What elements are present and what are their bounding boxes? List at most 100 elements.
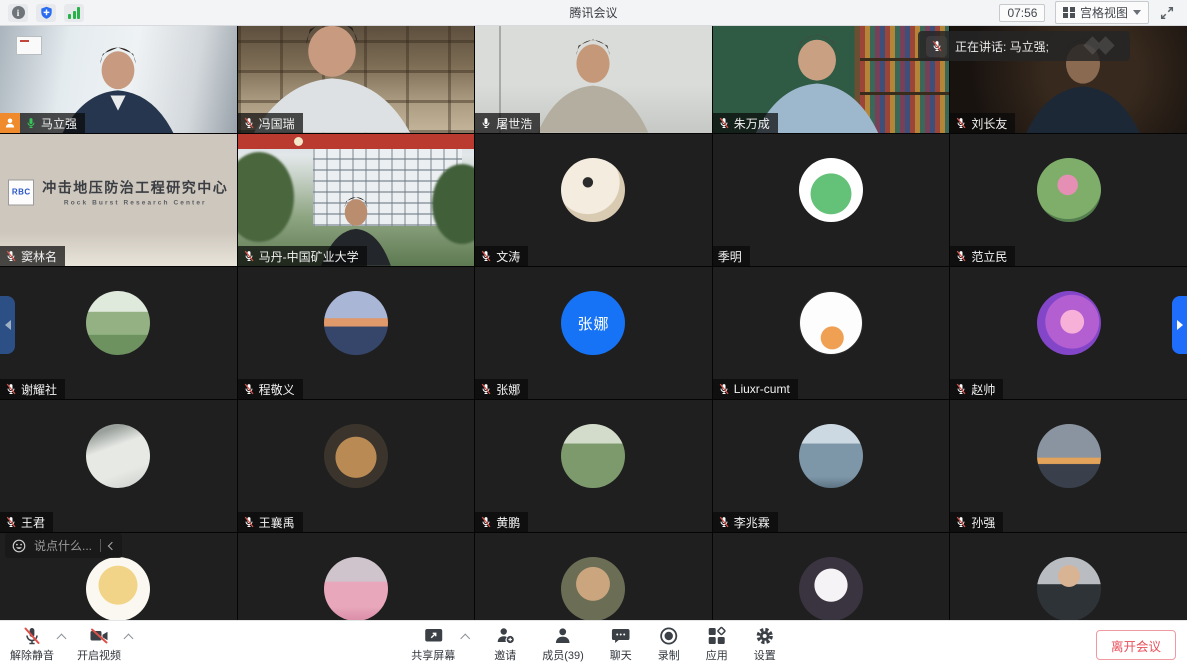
mic-muted-icon xyxy=(718,117,730,129)
mic-muted-icon xyxy=(955,516,967,528)
mic-muted-icon xyxy=(955,383,967,395)
avatar xyxy=(561,424,625,488)
chevron-down-icon xyxy=(1133,10,1141,15)
participant-nametag: 窦林名 xyxy=(0,246,65,266)
video-grid: 马立强 冯国瑞 屠世浩 xyxy=(0,26,1187,668)
participant-name: 赵帅 xyxy=(971,381,995,398)
mic-muted-icon xyxy=(5,250,17,262)
network-signal-icon[interactable] xyxy=(64,4,84,22)
participant-tile[interactable]: 王襄禹 xyxy=(238,400,475,532)
avatar xyxy=(799,424,863,488)
participant-nametag: 屠世浩 xyxy=(475,113,540,133)
chat-input-placeholder[interactable]: 说点什么... xyxy=(34,537,92,554)
next-page-button[interactable] xyxy=(1172,296,1187,354)
members-button[interactable]: 成员(39) xyxy=(542,626,584,663)
meeting-timer: 07:56 xyxy=(999,4,1045,22)
participant-tile[interactable]: 屠世浩 xyxy=(475,26,712,133)
participant-tile[interactable]: 黄鹏 xyxy=(475,400,712,532)
chat-icon xyxy=(611,626,631,646)
mic-on-icon xyxy=(480,117,492,129)
participant-nametag: 赵帅 xyxy=(950,379,1003,399)
fullscreen-icon[interactable] xyxy=(1159,5,1175,21)
share-options-chevron[interactable] xyxy=(460,634,470,644)
meeting-info-icon[interactable] xyxy=(8,4,28,22)
emoji-icon[interactable] xyxy=(12,539,26,553)
settings-button[interactable]: 设置 xyxy=(754,626,776,663)
mic-muted-icon xyxy=(480,250,492,262)
participant-nametag: 朱万成 xyxy=(713,113,778,133)
participant-name: 刘长友 xyxy=(971,115,1007,132)
video-options-chevron[interactable] xyxy=(124,634,134,644)
participant-name: 孙强 xyxy=(971,514,995,531)
participant-name: 屠世浩 xyxy=(496,115,532,132)
avatar xyxy=(799,158,863,222)
participant-name: 王襄禹 xyxy=(259,514,295,531)
chat-quick-input[interactable]: 说点什么... xyxy=(5,533,122,558)
chat-button[interactable]: 聊天 xyxy=(610,626,632,663)
apps-button[interactable]: 应用 xyxy=(706,626,728,663)
participant-name: 文涛 xyxy=(496,248,520,265)
apps-icon xyxy=(707,626,727,646)
participant-nametag: 程敬义 xyxy=(238,379,303,399)
participant-tile[interactable]: 马立强 xyxy=(0,26,237,133)
avatar xyxy=(799,557,863,621)
prev-page-button[interactable] xyxy=(0,296,15,354)
participant-tile[interactable]: 程敬义 xyxy=(238,267,475,399)
view-mode-button[interactable]: 宫格视图 xyxy=(1055,1,1149,24)
participant-tile[interactable]: 范立民 xyxy=(950,134,1187,266)
record-button[interactable]: 录制 xyxy=(658,626,680,663)
participant-tile[interactable]: 冯国瑞 xyxy=(238,26,475,133)
avatar xyxy=(561,557,625,621)
mic-muted-icon xyxy=(480,516,492,528)
participant-name: 马立强 xyxy=(41,115,77,132)
active-speaker-text: 正在讲话: 马立强; xyxy=(955,38,1049,55)
participant-tile[interactable]: 朱万成 xyxy=(713,26,950,133)
participant-tile[interactable]: 王君 xyxy=(0,400,237,532)
view-mode-label: 宫格视图 xyxy=(1080,4,1128,21)
mic-muted-icon xyxy=(718,516,730,528)
participant-name: 马丹-中国矿业大学 xyxy=(259,248,359,265)
leave-meeting-button[interactable]: 离开会议 xyxy=(1096,630,1176,660)
participant-nametag: 王襄禹 xyxy=(238,512,303,532)
participant-tile[interactable]: Liuxr-cumt xyxy=(713,267,950,399)
avatar xyxy=(561,158,625,222)
avatar xyxy=(324,424,388,488)
mic-muted-icon xyxy=(5,516,17,528)
start-video-button[interactable]: 开启视频 xyxy=(77,626,121,663)
participant-tile[interactable]: 李兆霖 xyxy=(713,400,950,532)
collapse-chat-icon[interactable] xyxy=(108,541,116,549)
participant-tile[interactable]: 孙强 xyxy=(950,400,1187,532)
share-screen-button[interactable]: 共享屏幕 xyxy=(411,626,455,663)
avatar xyxy=(86,291,150,355)
participant-tile[interactable]: 谢耀社 xyxy=(0,267,237,399)
participant-tile[interactable]: 张娜 张娜 xyxy=(475,267,712,399)
avatar xyxy=(1037,424,1101,488)
invite-button[interactable]: 邀请 xyxy=(494,626,516,663)
participant-name: 朱万成 xyxy=(734,115,770,132)
mic-options-chevron[interactable] xyxy=(57,634,67,644)
unmute-button[interactable]: 解除静音 xyxy=(10,626,54,663)
participant-tile[interactable]: 赵帅 xyxy=(950,267,1187,399)
mic-muted-icon xyxy=(718,383,730,395)
participant-nametag: 李兆霖 xyxy=(713,512,778,532)
participant-tile[interactable]: RBC 冲击地压防治工程研究中心 Rock Burst Research Cen… xyxy=(0,134,237,266)
avatar xyxy=(1037,291,1101,355)
participant-tile[interactable]: 马丹-中国矿业大学 xyxy=(238,134,475,266)
mic-muted-icon xyxy=(243,250,255,262)
avatar xyxy=(1037,557,1101,621)
participant-nametag: Liuxr-cumt xyxy=(713,379,798,399)
participant-name: 季明 xyxy=(718,248,742,265)
participant-tile[interactable]: 文涛 xyxy=(475,134,712,266)
mic-muted-icon xyxy=(926,36,947,57)
sign-text-cn: 冲击地压防治工程研究中心 xyxy=(42,178,228,198)
security-shield-icon[interactable] xyxy=(36,4,56,22)
mic-on-icon xyxy=(25,117,37,129)
avatar xyxy=(1037,158,1101,222)
grid-view-icon xyxy=(1063,7,1075,19)
participant-name: 李兆霖 xyxy=(734,514,770,531)
participant-tile[interactable]: 季明 xyxy=(713,134,950,266)
active-speaker-banner: 正在讲话: 马立强; xyxy=(918,31,1130,61)
avatar xyxy=(324,557,388,621)
titlebar: 腾讯会议 07:56 宫格视图 xyxy=(0,0,1187,26)
participant-name: 黄鹏 xyxy=(496,514,520,531)
